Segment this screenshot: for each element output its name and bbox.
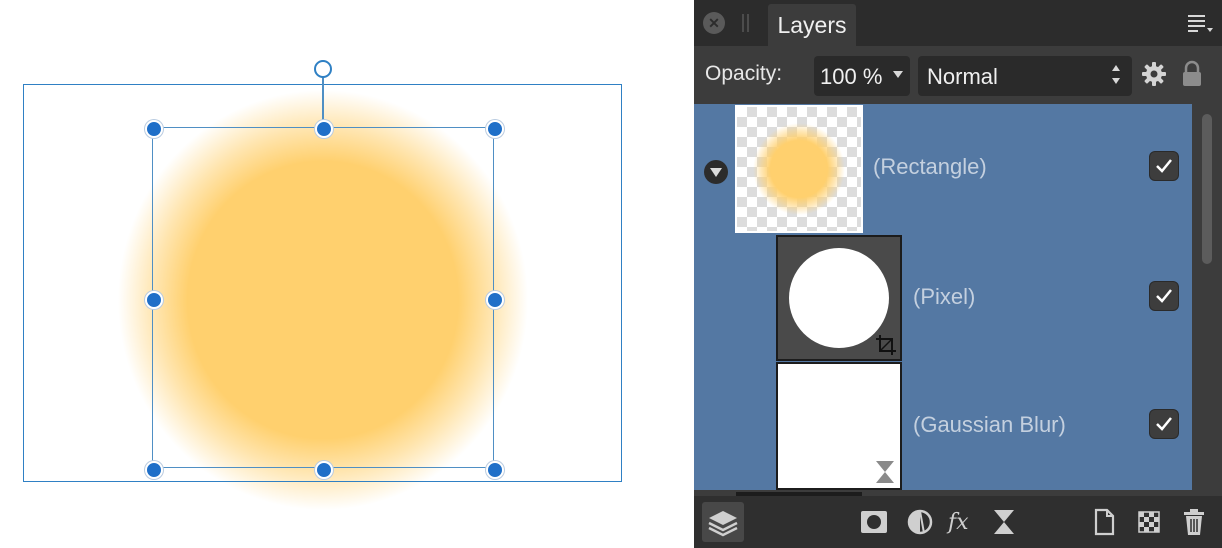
checker-layer-icon[interactable] xyxy=(1133,506,1165,538)
trash-icon[interactable] xyxy=(1178,506,1210,538)
close-icon[interactable]: ✕ xyxy=(703,12,725,34)
checkmark-icon xyxy=(1156,159,1172,173)
blend-mode-select[interactable]: Normal xyxy=(918,56,1132,96)
layer-thumbnail[interactable] xyxy=(735,105,863,233)
lock-icon[interactable] xyxy=(1181,60,1203,88)
opacity-label: Opacity: xyxy=(705,62,783,85)
checkmark-icon xyxy=(1156,289,1172,303)
list-item[interactable]: (Rectangle) xyxy=(694,104,1192,234)
live-filter-icon[interactable] xyxy=(988,506,1020,538)
panel-bottom-toolbar: fx xyxy=(694,496,1222,548)
layer-name[interactable]: (Pixel) xyxy=(913,284,975,310)
white-circle-preview xyxy=(789,248,889,348)
mask-icon[interactable] xyxy=(858,506,890,538)
resize-handle-top[interactable] xyxy=(315,120,333,138)
resize-handle-left[interactable] xyxy=(145,291,163,309)
resize-handle-bottom[interactable] xyxy=(315,461,333,479)
list-item[interactable]: (Pixel) xyxy=(694,234,1192,362)
visibility-checkbox[interactable] xyxy=(1150,410,1178,438)
drag-grip-icon[interactable] xyxy=(742,14,750,32)
add-layer-icon[interactable] xyxy=(1088,506,1120,538)
layer-name[interactable]: (Gaussian Blur) xyxy=(913,412,1066,438)
visibility-checkbox[interactable] xyxy=(1150,152,1178,180)
resize-handle-bottom-right[interactable] xyxy=(486,461,504,479)
resize-handle-right[interactable] xyxy=(486,291,504,309)
resize-handle-top-right[interactable] xyxy=(486,120,504,138)
scrollbar[interactable] xyxy=(1192,104,1222,496)
layers-stack-icon[interactable] xyxy=(702,502,744,542)
selection-box xyxy=(152,127,494,468)
tab-layers[interactable]: Layers xyxy=(768,4,856,46)
layers-list: (Rectangle) (Pixel) (Gaussian Blur) xyxy=(694,104,1192,496)
layer-name[interactable]: (Rectangle) xyxy=(873,154,987,180)
document-canvas[interactable] xyxy=(0,0,694,548)
list-item[interactable]: (Gaussian Blur) xyxy=(694,362,1192,490)
hourglass-icon xyxy=(876,461,894,483)
fx-icon[interactable]: fx xyxy=(946,506,978,538)
chevron-down-icon[interactable] xyxy=(893,71,903,78)
panel-tab-bar: ✕ Layers xyxy=(694,0,1222,46)
crop-icon xyxy=(876,335,896,355)
disclosure-triangle-icon[interactable] xyxy=(704,160,728,184)
layers-panel: ✕ Layers Opacity: 100 % Normal (Rectangl… xyxy=(694,0,1222,548)
hamburger-menu-icon[interactable] xyxy=(1188,12,1214,34)
checkmark-icon xyxy=(1156,417,1172,431)
layer-thumbnail[interactable] xyxy=(776,235,902,361)
up-down-arrows-icon xyxy=(1112,65,1120,87)
resize-handle-top-left[interactable] xyxy=(145,120,163,138)
adjustment-icon[interactable] xyxy=(904,506,936,538)
gear-icon[interactable] xyxy=(1140,60,1168,88)
scrollbar-thumb[interactable] xyxy=(1202,114,1212,264)
svg-text:fx: fx xyxy=(946,510,969,535)
layer-thumbnail[interactable] xyxy=(776,362,902,490)
opacity-field[interactable]: 100 % xyxy=(814,56,910,96)
resize-handle-bottom-left[interactable] xyxy=(145,461,163,479)
layer-properties-bar: Opacity: 100 % Normal xyxy=(694,46,1222,104)
visibility-checkbox[interactable] xyxy=(1150,282,1178,310)
rotation-handle[interactable] xyxy=(314,60,332,78)
opacity-value[interactable]: 100 % xyxy=(820,64,882,90)
blurred-circle-preview xyxy=(753,123,845,215)
blend-mode-value: Normal xyxy=(927,64,998,89)
